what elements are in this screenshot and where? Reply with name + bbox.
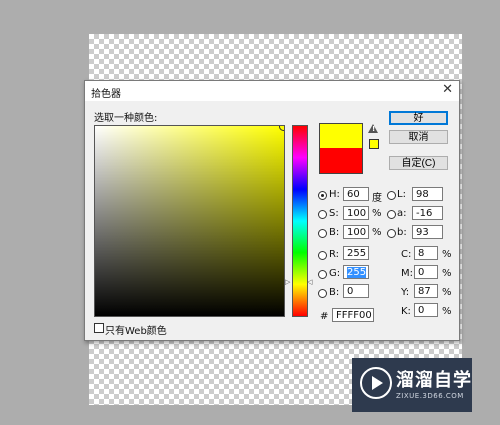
radio-saturation[interactable]: [318, 210, 327, 219]
red-label: R:: [329, 249, 340, 260]
hex-label: #: [320, 311, 329, 322]
blue-label: B:: [329, 287, 340, 298]
lab-b-field[interactable]: 93: [412, 225, 443, 239]
web-safe-color-icon[interactable]: [369, 139, 379, 149]
blue-field[interactable]: 0: [343, 284, 369, 298]
lab-l-field[interactable]: 98: [412, 187, 443, 201]
hue-label: H:: [329, 189, 340, 200]
hue-slider[interactable]: [292, 125, 308, 317]
web-colors-only-label[interactable]: 只有Web颜色: [105, 322, 167, 337]
hex-field[interactable]: FFFF00: [332, 308, 374, 322]
radio-hue[interactable]: [318, 191, 327, 200]
radio-blue[interactable]: [318, 289, 327, 298]
lab-b-label: b:: [397, 227, 407, 238]
new-color-swatch: [319, 123, 363, 149]
current-color-swatch[interactable]: [319, 148, 363, 174]
black-field[interactable]: 0: [414, 303, 438, 317]
black-label: K:: [401, 306, 411, 317]
hue-slider-left-arrow-icon[interactable]: ▷: [285, 278, 290, 286]
cyan-field[interactable]: 8: [414, 246, 438, 260]
cancel-button[interactable]: 取消: [389, 130, 448, 144]
radio-red[interactable]: [318, 251, 327, 260]
cyan-label: C:: [401, 249, 412, 260]
yellow-unit: %: [442, 287, 452, 298]
cyan-unit: %: [442, 249, 452, 260]
lab-l-label: L:: [397, 189, 406, 200]
picker-prompt: 选取一种颜色:: [94, 113, 158, 124]
close-icon[interactable]: ✕: [442, 83, 453, 97]
hue-unit: 度: [372, 193, 382, 204]
hue-slider-right-arrow-icon[interactable]: ◁: [307, 278, 312, 286]
lab-a-field[interactable]: -16: [412, 206, 443, 220]
custom-button[interactable]: 自定(C): [389, 156, 448, 170]
watermark-subtitle: ZIXUE.3D66.COM: [396, 392, 464, 400]
color-field-marker[interactable]: [279, 126, 284, 131]
brightness-field[interactable]: 100: [343, 225, 369, 239]
yellow-label: Y:: [401, 287, 410, 298]
web-colors-only-checkbox[interactable]: [94, 323, 104, 333]
ok-button[interactable]: 好: [389, 111, 448, 125]
title-bar: 拾色器 ✕: [85, 81, 459, 101]
brightness-unit: %: [372, 227, 382, 238]
radio-green[interactable]: [318, 270, 327, 279]
watermark-title: 溜溜自学: [396, 370, 472, 391]
radio-brightness[interactable]: [318, 229, 327, 238]
brightness-label: B:: [329, 227, 340, 238]
magenta-unit: %: [442, 268, 452, 279]
color-field[interactable]: [94, 125, 285, 317]
yellow-field[interactable]: 87: [414, 284, 438, 298]
magenta-field[interactable]: 0: [414, 265, 438, 279]
radio-lab-a[interactable]: [387, 210, 396, 219]
out-of-gamut-warning-icon[interactable]: [368, 124, 378, 133]
lab-a-label: a:: [397, 208, 407, 219]
dialog-title: 拾色器: [91, 89, 121, 100]
saturation-label: S:: [329, 208, 339, 219]
red-field[interactable]: 255: [343, 246, 369, 260]
radio-lab-b[interactable]: [387, 229, 396, 238]
green-field[interactable]: 255: [343, 265, 369, 279]
saturation-unit: %: [372, 208, 382, 219]
color-picker-dialog: 拾色器 ✕ 选取一种颜色: ▷ ◁ 好 取消 自定(C) H: 60 度 S: …: [84, 80, 460, 341]
play-logo-icon: [360, 367, 392, 399]
green-value-selected: 255: [347, 267, 367, 278]
radio-lab-l[interactable]: [387, 191, 396, 200]
saturation-field[interactable]: 100: [343, 206, 369, 220]
black-unit: %: [442, 306, 452, 317]
green-label: G:: [329, 268, 341, 279]
watermark-logo: 溜溜自学 ZIXUE.3D66.COM: [352, 358, 472, 412]
hue-field[interactable]: 60: [343, 187, 369, 201]
magenta-label: M:: [401, 268, 413, 279]
